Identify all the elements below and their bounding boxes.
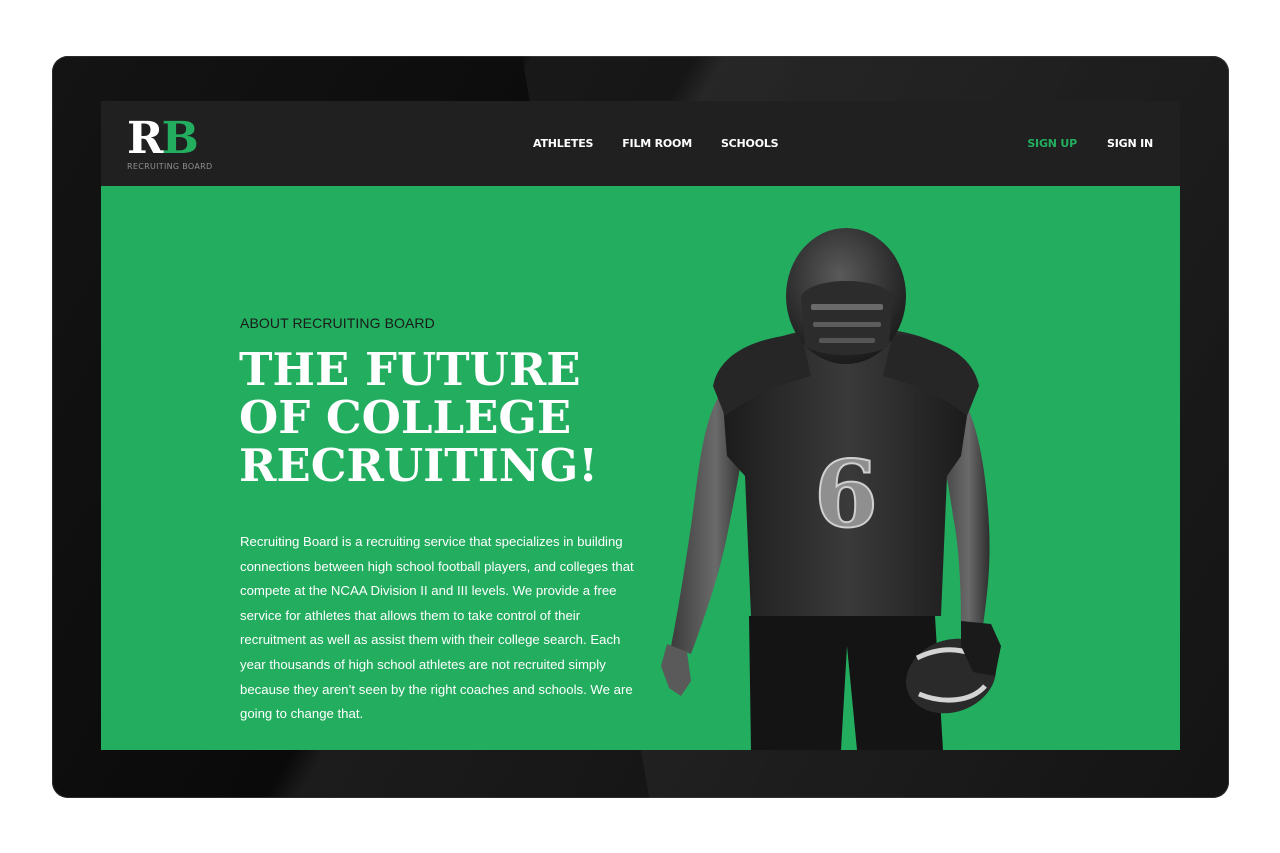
headline-line-3: RECRUITING! — [239, 439, 599, 492]
hero-body-text: Recruiting Board is a recruiting service… — [240, 534, 634, 722]
nav-athletes[interactable]: ATHLETES — [533, 137, 593, 150]
logo-letters: RB — [127, 113, 199, 164]
hero-headline: THE FUTURE OF COLLEGE RECRUITING! — [239, 346, 679, 490]
headline-line-1: THE FUTURE — [239, 343, 581, 396]
logo-letter-b: B — [161, 113, 199, 164]
website-screen: RB RECRUITING BOARD ATHLETES FILM ROOM S… — [101, 101, 1180, 750]
hero-eyebrow: ABOUT RECRUITING BOARD — [240, 315, 435, 331]
football-player-illustration: 6 — [661, 226, 1041, 750]
sign-in-link[interactable]: SIGN IN — [1107, 137, 1153, 150]
logo-letter-r: R — [127, 113, 164, 164]
top-navbar: RB RECRUITING BOARD ATHLETES FILM ROOM S… — [101, 101, 1180, 186]
logo-subtitle: RECRUITING BOARD — [127, 162, 213, 171]
player-svg: 6 — [661, 228, 1001, 750]
sign-up-link[interactable]: SIGN UP — [1027, 137, 1077, 150]
main-nav: ATHLETES FILM ROOM SCHOOLS — [533, 137, 807, 150]
site-logo[interactable]: RB RECRUITING BOARD — [127, 113, 212, 173]
hero-section: ABOUT RECRUITING BOARD THE FUTURE OF COL… — [101, 186, 1180, 750]
nav-film-room[interactable]: FILM ROOM — [622, 137, 692, 150]
nav-schools[interactable]: SCHOOLS — [721, 137, 779, 150]
headline-line-2: OF COLLEGE — [239, 391, 572, 444]
auth-links: SIGN UP SIGN IN — [1027, 137, 1153, 150]
jersey-number: 6 — [814, 440, 878, 548]
